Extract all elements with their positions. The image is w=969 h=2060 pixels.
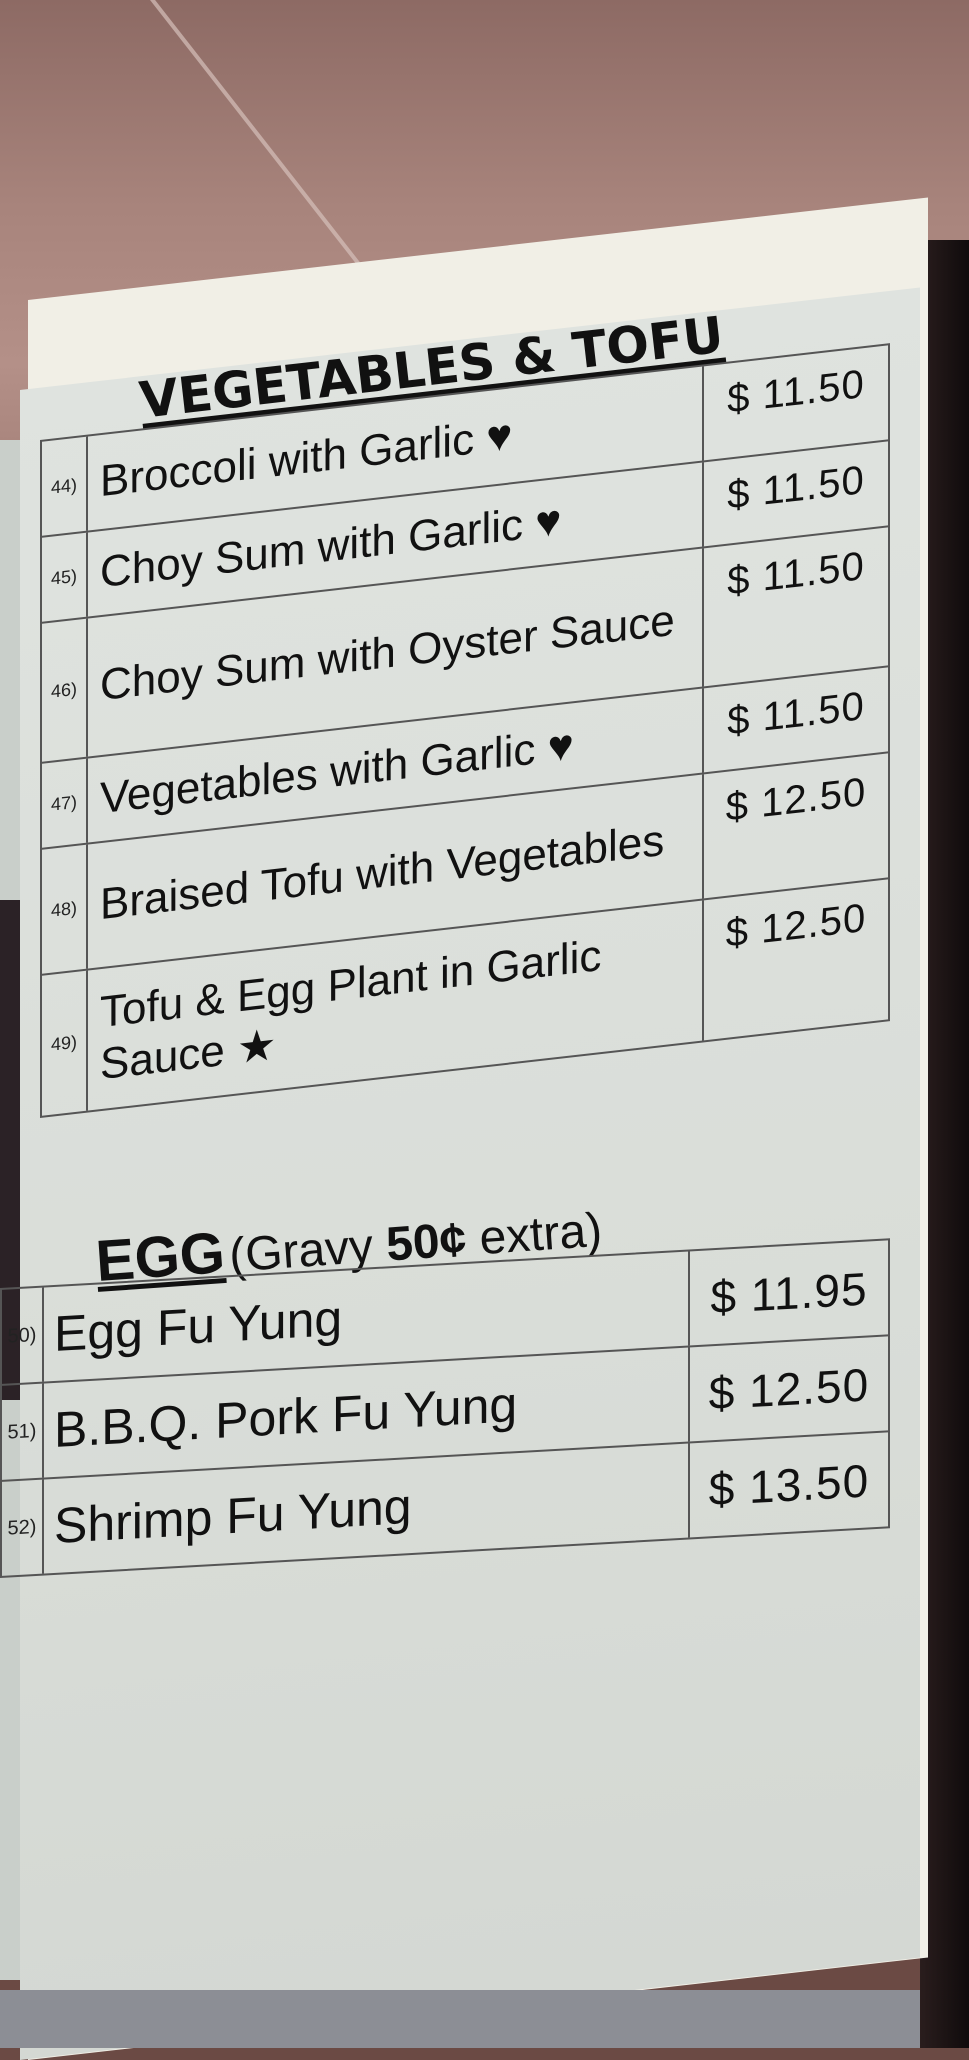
item-number: 48)	[42, 844, 88, 974]
item-number: 50)	[2, 1287, 44, 1384]
item-number: 52)	[2, 1479, 44, 1576]
item-number: 45)	[42, 532, 88, 622]
vegetables-table: 44) Broccoli with Garlic ♥ $ 11.50 45) C…	[40, 343, 890, 1118]
item-price: $ 12.50	[702, 879, 888, 1041]
egg-table: 50) Egg Fu Yung $ 11.95 51) B.B.Q. Pork …	[0, 1238, 890, 1578]
item-number: 51)	[2, 1383, 44, 1480]
item-number: 47)	[42, 758, 88, 848]
item-price: $ 11.50	[702, 345, 888, 461]
item-number: 49)	[42, 970, 88, 1116]
item-number: 44)	[42, 436, 88, 536]
item-price: $ 12.50	[702, 753, 888, 899]
item-price: $ 11.50	[702, 527, 888, 687]
item-price: $ 13.50	[688, 1432, 888, 1538]
item-price: $ 12.50	[688, 1336, 888, 1442]
counter-edge	[0, 1990, 920, 2048]
item-number: 46)	[42, 618, 88, 762]
item-price: $ 11.95	[688, 1240, 888, 1346]
